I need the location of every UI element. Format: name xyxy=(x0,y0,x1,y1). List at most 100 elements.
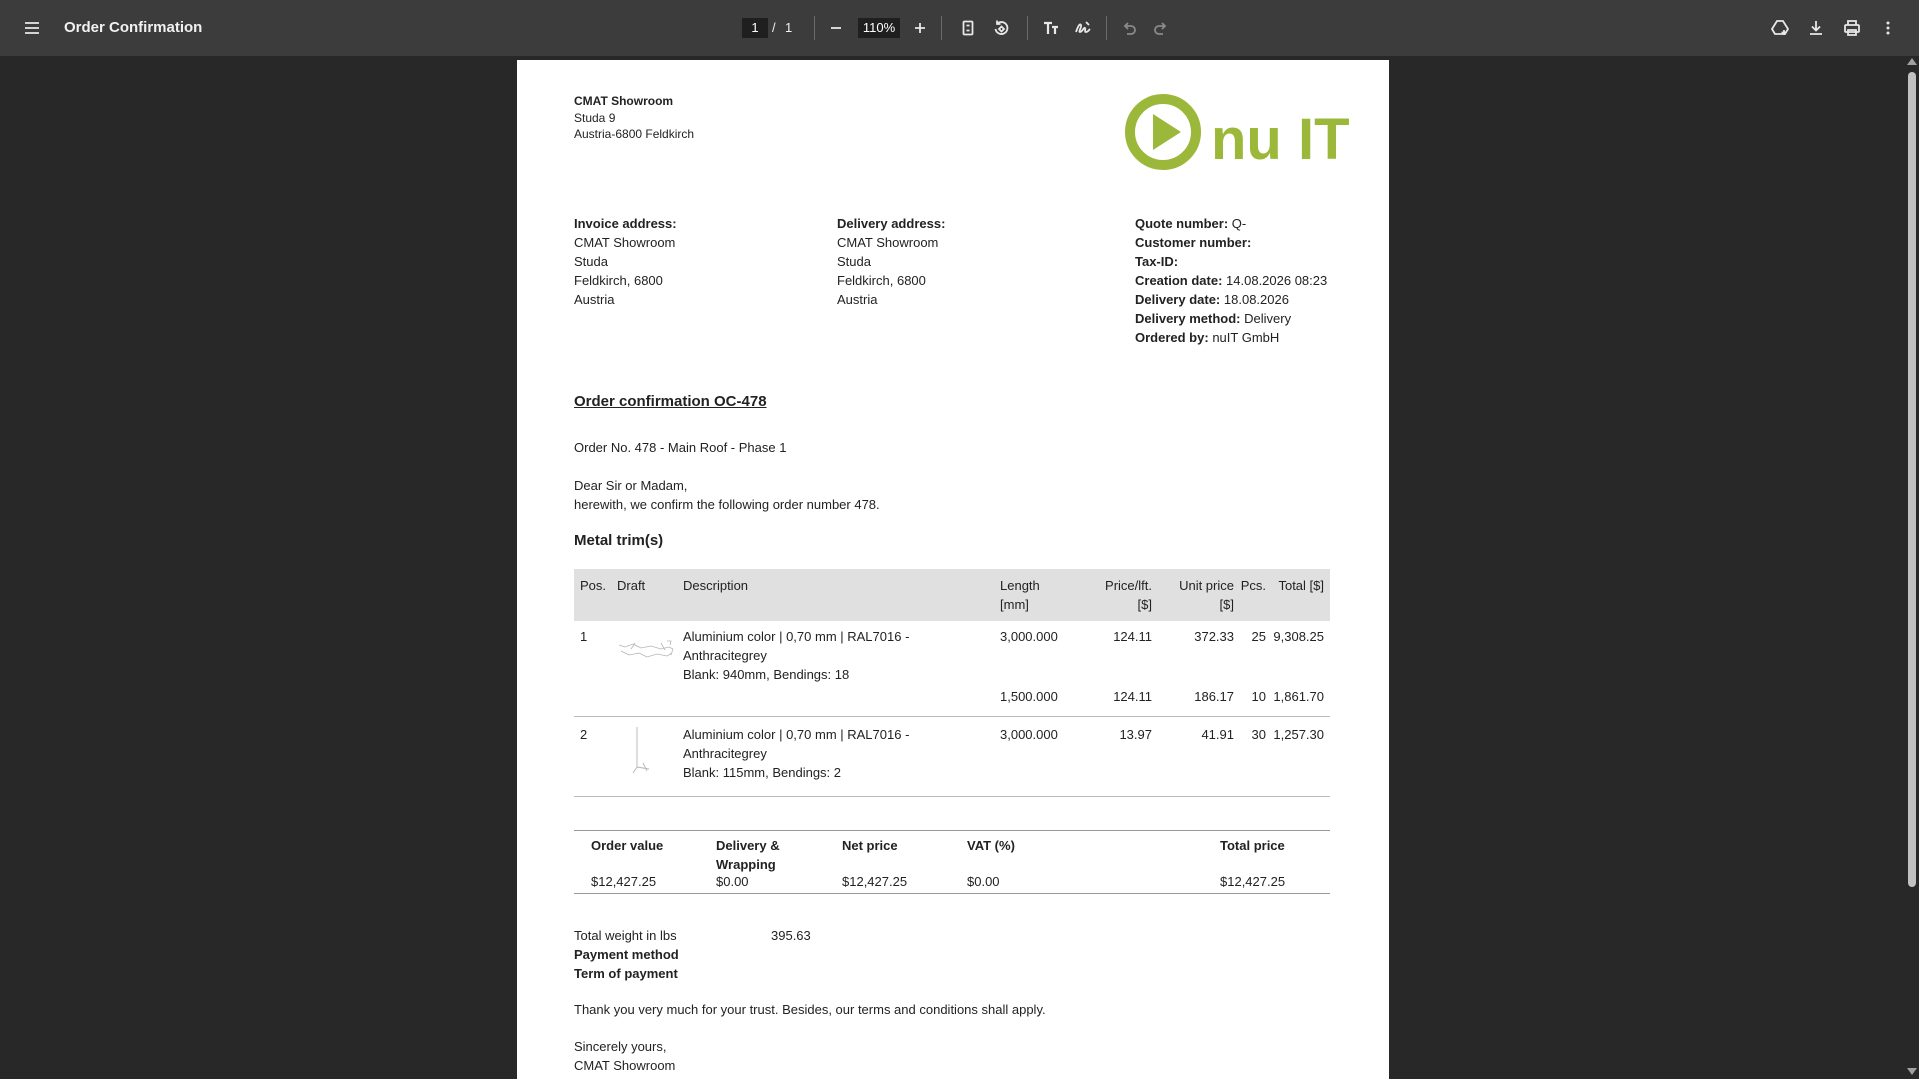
th-length-unit: [mm] xyxy=(1000,597,1029,612)
weight-value: 395.63 xyxy=(771,928,811,943)
signer-name: CMAT Showroom xyxy=(574,1058,676,1073)
meta-value: Delivery xyxy=(1244,311,1292,326)
invoice-label: Invoice address: xyxy=(574,216,677,231)
meta-label: Ordered by: xyxy=(1135,330,1209,345)
order-value-label: Order value xyxy=(591,838,664,853)
th-pcs: Pcs. xyxy=(1240,578,1266,593)
weight-label: Total weight in lbs xyxy=(574,928,677,943)
cell-length: 3,000.000 xyxy=(1000,629,1058,644)
zoom-level-input[interactable] xyxy=(858,18,900,38)
total-price-label: Total price xyxy=(1220,838,1285,853)
table-bottom-divider xyxy=(574,796,1330,797)
th-unit-price: Unit price [$] xyxy=(1164,576,1234,614)
page-number-input[interactable] xyxy=(742,18,768,38)
delivery-address: Delivery address: CMAT Showroom Studa Fe… xyxy=(837,214,945,309)
desc-line: Blank: 115mm, Bendings: 2 xyxy=(683,765,842,780)
toolbar-divider xyxy=(941,16,942,40)
draft-thumbnail xyxy=(632,727,650,774)
invoice-line: CMAT Showroom xyxy=(574,235,676,250)
text-annotation-icon[interactable] xyxy=(1035,12,1067,44)
delivery-line: CMAT Showroom xyxy=(837,235,939,250)
cell-length: 3,000.000 xyxy=(1000,727,1058,742)
meta-label: Customer number: xyxy=(1135,235,1252,250)
scroll-up-arrow-icon[interactable] xyxy=(1907,58,1917,65)
vat-label: VAT (%) xyxy=(967,838,1015,853)
page-separator: / xyxy=(772,20,776,35)
cell-price-lft: 13.97 xyxy=(1119,727,1152,742)
row-divider xyxy=(574,716,1330,717)
greeting: Dear Sir or Madam, xyxy=(574,478,688,493)
toolbar-divider xyxy=(1106,16,1107,40)
cell-unit-price: 186.17 xyxy=(1194,689,1234,704)
invoice-line: Studa xyxy=(574,254,608,269)
toolbar-divider xyxy=(1027,16,1028,40)
meta-label: Delivery date: xyxy=(1135,292,1221,307)
summary-top-border xyxy=(574,830,1330,831)
summary-bottom-border xyxy=(574,893,1330,894)
hamburger-menu-icon[interactable] xyxy=(16,12,48,44)
th-pos: Pos. xyxy=(580,578,607,593)
zoom-in-icon[interactable] xyxy=(904,12,936,44)
cell-price-lft: 124.11 xyxy=(1113,629,1152,644)
download-icon[interactable] xyxy=(1800,12,1832,44)
desc-line: Aluminium color | 0,70 mm | RAL7016 - xyxy=(683,629,910,644)
meta-value: 14.08.2026 08:23 xyxy=(1226,273,1328,288)
th-unit-price-unit: [$] xyxy=(1219,597,1234,612)
invoice-line: Feldkirch, 6800 xyxy=(574,273,663,288)
th-price-lft-label: Price/lft. xyxy=(1105,578,1152,593)
delivery-label: Delivery address: xyxy=(837,216,946,231)
meta-value: nuIT GmbH xyxy=(1212,330,1280,345)
net-price-value: $12,427.25 xyxy=(842,874,908,889)
th-length: Length [mm] xyxy=(1000,576,1040,614)
th-description: Description xyxy=(683,578,749,593)
pdf-toolbar: Order Confirmation / 1 xyxy=(0,0,1919,56)
fit-page-icon[interactable] xyxy=(952,12,984,44)
draw-signature-icon[interactable] xyxy=(1067,12,1099,44)
print-icon[interactable] xyxy=(1836,12,1868,44)
scrollbar-thumb[interactable] xyxy=(1908,72,1916,887)
table-header: Pos. Draft Description Length [mm] Price… xyxy=(574,569,1330,621)
cell-length: 1,500.000 xyxy=(1000,689,1058,704)
cell-unit-price: 372.33 xyxy=(1194,629,1234,644)
order-value: $12,427.25 xyxy=(591,874,657,889)
save-to-drive-icon[interactable] xyxy=(1764,12,1796,44)
meta-label: Delivery method: xyxy=(1135,311,1241,326)
thank-you-text: Thank you very much for your trust. Besi… xyxy=(574,1002,1046,1017)
rotate-icon[interactable] xyxy=(985,12,1017,44)
cell-description: Aluminium color | 0,70 mm | RAL7016 - An… xyxy=(683,627,909,684)
cell-pos: 2 xyxy=(580,727,588,742)
invoice-line: Austria xyxy=(574,292,615,307)
cell-total: 9,308.25 xyxy=(1273,629,1324,644)
zoom-out-icon[interactable] xyxy=(820,12,852,44)
cell-pcs: 10 xyxy=(1251,689,1266,704)
logo-text: nu IT xyxy=(1211,107,1350,172)
desc-line: Blank: 940mm, Bendings: 18 xyxy=(683,667,850,682)
order-confirmation-title: Order confirmation OC-478 xyxy=(574,393,767,410)
desc-line: Aluminium color | 0,70 mm | RAL7016 - xyxy=(683,727,910,742)
cell-description: Aluminium color | 0,70 mm | RAL7016 - An… xyxy=(683,725,909,782)
cell-total: 1,257.30 xyxy=(1273,727,1324,742)
more-options-icon[interactable] xyxy=(1872,12,1904,44)
th-total: Total [$] xyxy=(1278,578,1324,593)
meta-value: 18.08.2026 xyxy=(1223,292,1289,307)
toolbar-divider xyxy=(814,16,815,40)
payment-method-label: Payment method xyxy=(574,947,679,962)
cell-price-lft: 124.11 xyxy=(1113,689,1152,704)
meta-label: Tax-ID: xyxy=(1135,254,1179,269)
delivery-line: Austria xyxy=(837,292,878,307)
sender-street: Studa 9 xyxy=(574,110,616,125)
sender-name: CMAT Showroom xyxy=(574,94,674,108)
delivery-label-line: Delivery & xyxy=(716,838,780,853)
redo-icon[interactable] xyxy=(1145,12,1177,44)
th-unit-price-label: Unit price xyxy=(1179,578,1234,593)
cell-pcs: 25 xyxy=(1251,629,1266,644)
desc-line: Anthracitegrey xyxy=(683,648,767,663)
page-total: 1 xyxy=(785,20,793,35)
sender-city: Austria-6800 Feldkirch xyxy=(574,127,695,141)
intro-sentence: herewith, we confirm the following order… xyxy=(574,497,880,512)
th-length-label: Length xyxy=(1000,578,1040,593)
scroll-down-arrow-icon[interactable] xyxy=(1907,1068,1917,1075)
sender-address: CMAT Showroom Studa 9 Austria-6800 Feldk… xyxy=(574,93,694,143)
delivery-label-line: Wrapping xyxy=(716,857,776,872)
undo-icon[interactable] xyxy=(1113,12,1145,44)
